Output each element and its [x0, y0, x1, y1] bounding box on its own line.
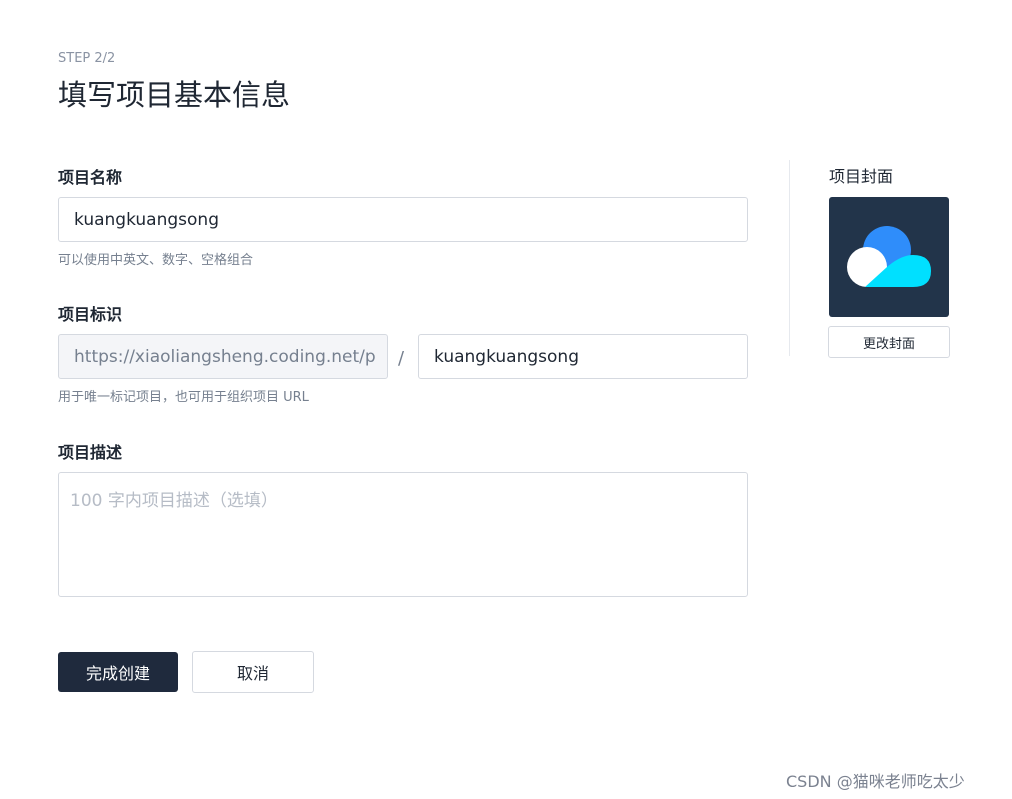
page-title: 填写项目基本信息 — [58, 78, 291, 112]
project-description-textarea[interactable]: 100 字内项目描述（选填） — [58, 472, 748, 597]
project-description-placeholder: 100 字内项目描述（选填） — [70, 491, 278, 511]
project-identifier-hint: 用于唯一标记项目，也可用于组织项目 URL — [58, 390, 309, 405]
project-identifier-input[interactable]: kuangkuangsong — [418, 334, 748, 379]
project-name-label: 项目名称 — [58, 168, 123, 187]
cloud-icon — [847, 226, 931, 287]
cover-image — [829, 197, 949, 317]
project-description-label: 项目描述 — [58, 443, 123, 462]
cancel-button[interactable]: 取消 — [192, 651, 314, 693]
watermark: CSDN @猫咪老师吃太少 — [786, 772, 965, 791]
step-indicator: STEP 2/2 — [58, 51, 116, 66]
project-url-prefix-text: https://xiaoliangsheng.coding.net/p — [74, 346, 376, 367]
project-name-input[interactable]: kuangkuangsong — [58, 197, 748, 242]
cover-divider — [789, 160, 790, 356]
submit-button[interactable]: 完成创建 — [58, 652, 178, 692]
project-url-prefix: https://xiaoliangsheng.coding.net/p — [58, 334, 388, 379]
change-cover-button[interactable]: 更改封面 — [828, 326, 950, 358]
project-identifier-value: kuangkuangsong — [434, 346, 579, 367]
project-name-hint: 可以使用中英文、数字、空格组合 — [58, 253, 254, 268]
project-identifier-label: 项目标识 — [58, 305, 123, 324]
url-separator: / — [398, 348, 405, 369]
project-name-value: kuangkuangsong — [74, 209, 219, 230]
cover-label: 项目封面 — [829, 167, 894, 186]
